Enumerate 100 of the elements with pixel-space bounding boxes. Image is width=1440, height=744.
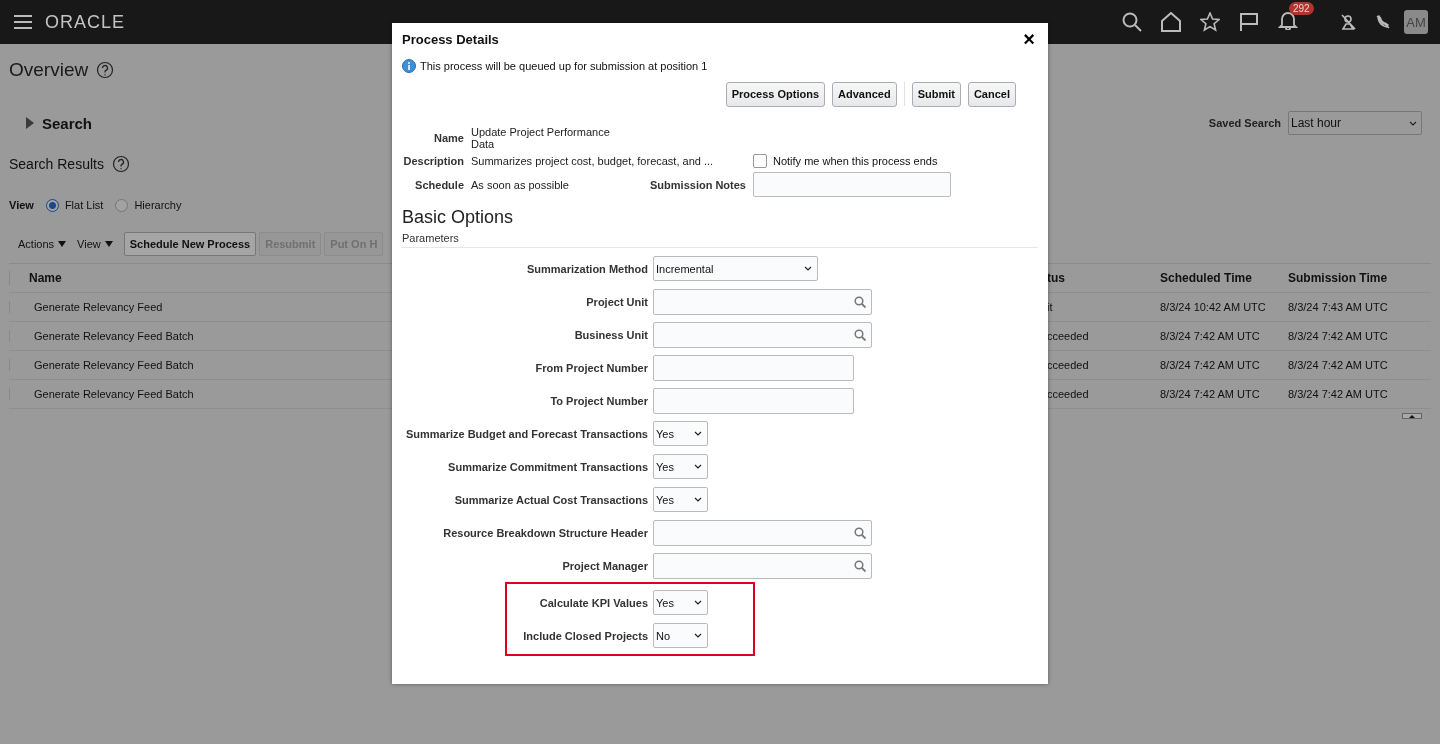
table-cell-text: 8/3/24 7:42 AM UTC	[1160, 330, 1261, 342]
chevron-down-icon	[694, 431, 702, 436]
section-title: Search Results	[9, 156, 104, 172]
parameter-label: Include Closed Projects	[522, 629, 648, 642]
column-header[interactable]: Name	[9, 271, 373, 285]
field-label: Description	[402, 155, 464, 167]
search-icon[interactable]	[854, 295, 866, 308]
field-label: Schedule	[414, 178, 464, 191]
table-cell: Generate Relevancy Feed Batch	[9, 388, 373, 400]
dropdown[interactable]: Yes	[653, 487, 708, 512]
bell-icon[interactable]	[1278, 10, 1298, 30]
parameter-label: Project Unit	[585, 295, 648, 308]
parameter-label: Summarization Method	[526, 262, 648, 275]
process-options-button[interactable]: Process Options	[725, 81, 826, 107]
menu-icon[interactable]	[14, 15, 32, 29]
cancel-button[interactable]: Cancel	[967, 81, 1016, 107]
input-field[interactable]	[653, 354, 854, 381]
table-cell-text: 8/3/24 7:42 AM UTC	[1288, 330, 1389, 342]
section-title: Basic Options	[402, 207, 515, 228]
table-cell-text: cceeded	[1046, 388, 1090, 400]
subsection-label: Parameters	[402, 232, 1038, 248]
table-cell-text: 8/3/24 7:42 AM UTC	[1160, 388, 1261, 400]
table-cell: Generate Relevancy Feed Batch	[9, 359, 373, 371]
dropdown[interactable]: No	[653, 623, 708, 648]
close-button[interactable]: ×	[1020, 27, 1038, 51]
parameter-label: Summarize Budget and Forecast Transactions	[404, 427, 648, 440]
saved-search-dropdown[interactable]: Last hour	[1288, 111, 1422, 135]
field-value: Summarizes project cost, budget, forecast, and ...	[471, 155, 715, 167]
lookup-field[interactable]	[653, 288, 872, 315]
chevron-down-icon	[694, 497, 702, 502]
search-icon[interactable]	[854, 526, 866, 539]
chevron-down-icon	[694, 464, 702, 469]
lookup-field[interactable]	[653, 321, 872, 348]
column-header[interactable]: Submission Time	[1288, 271, 1413, 285]
field-value: Update Project Performance Data	[471, 126, 611, 150]
parameter-label: Business Unit	[573, 328, 648, 341]
search-icon[interactable]	[854, 328, 866, 341]
dropdown-arrow-icon	[58, 241, 67, 247]
field-label: Name	[433, 132, 464, 144]
dropdown[interactable]: Yes	[653, 590, 708, 615]
chevron-down-icon	[694, 633, 702, 638]
checkbox[interactable]	[753, 154, 767, 168]
submission-notes-field[interactable]	[753, 172, 951, 197]
search-icon[interactable]	[854, 559, 866, 572]
table-cell: Generate Relevancy Feed Batch	[9, 330, 373, 342]
help-icon[interactable]	[111, 155, 130, 173]
dropdown[interactable]: Yes	[653, 454, 708, 479]
table-cell-text: it	[1046, 301, 1054, 313]
dropdown[interactable]: Incremental	[653, 256, 818, 281]
parameter-label: Summarize Commitment Transactions	[447, 460, 648, 473]
table-cell-text: cceeded	[1046, 359, 1090, 371]
dialog-title: Process Details	[402, 31, 499, 47]
table-cell-text: 8/3/24 7:42 AM UTC	[1288, 359, 1389, 371]
submit-button[interactable]: Submit	[911, 81, 961, 107]
parameter-label: To Project Number	[549, 394, 648, 407]
home-icon[interactable]	[1161, 12, 1181, 32]
search-section-header[interactable]: Search	[42, 114, 93, 132]
chevron-down-icon	[694, 600, 702, 605]
info-icon	[402, 59, 416, 73]
help-icon[interactable]	[96, 61, 115, 79]
chevron-down-icon	[1409, 120, 1417, 126]
field-value: As soon as possible	[471, 178, 570, 191]
info-message: This process will be queued up for submission at position 1	[420, 60, 708, 72]
column-header[interactable]: Scheduled Time	[1160, 271, 1288, 285]
dropdown-arrow-icon	[104, 241, 113, 247]
advanced-button[interactable]: Advanced	[832, 81, 897, 107]
toolbar-button[interactable]: Schedule New Process	[123, 232, 257, 256]
parameter-label: From Project Number	[534, 361, 648, 374]
table-cell: Generate Relevancy Feed	[9, 301, 373, 313]
parameter-label: Calculate KPI Values	[538, 596, 648, 609]
parameter-label: Resource Breakdown Structure Header	[442, 526, 648, 539]
expand-triangle-icon[interactable]	[26, 117, 34, 129]
radio-label[interactable]: Flat List	[64, 199, 104, 211]
crossed-person-icon[interactable]	[1340, 14, 1356, 30]
lookup-field[interactable]	[653, 519, 872, 546]
star-icon[interactable]	[1200, 12, 1220, 32]
flag-icon[interactable]	[1239, 12, 1259, 32]
lookup-field[interactable]	[653, 552, 872, 579]
menu-button[interactable]: View	[77, 238, 113, 250]
parameter-label: Project Manager	[561, 559, 648, 572]
dropdown[interactable]: Yes	[653, 421, 708, 446]
radio-button[interactable]	[115, 198, 129, 212]
field-label: Submission Notes	[649, 178, 746, 191]
checkbox-label[interactable]: Notify me when this process ends	[773, 155, 938, 167]
collapse-icon[interactable]	[1402, 413, 1422, 419]
view-label: View	[9, 199, 34, 211]
search-icon[interactable]	[1122, 12, 1142, 32]
crossed-phone-icon[interactable]	[1376, 15, 1390, 29]
table-cell-text: 8/3/24 10:42 AM UTC	[1160, 301, 1267, 313]
radio-label[interactable]: Hierarchy	[134, 199, 182, 211]
input-field[interactable]	[653, 387, 854, 414]
radio-button[interactable]	[45, 198, 59, 212]
menu-button[interactable]: Actions	[18, 238, 67, 250]
oracle-logo[interactable]: ORACLE	[45, 11, 126, 33]
chevron-down-icon	[804, 266, 812, 271]
table-cell-text: 8/3/24 7:43 AM UTC	[1288, 301, 1389, 313]
table-cell-text: 8/3/24 7:42 AM UTC	[1288, 388, 1389, 400]
saved-search-label: Saved Search	[1208, 117, 1281, 129]
table-cell-text: 8/3/24 7:42 AM UTC	[1160, 359, 1261, 371]
notification-badge: 292	[1289, 2, 1314, 15]
